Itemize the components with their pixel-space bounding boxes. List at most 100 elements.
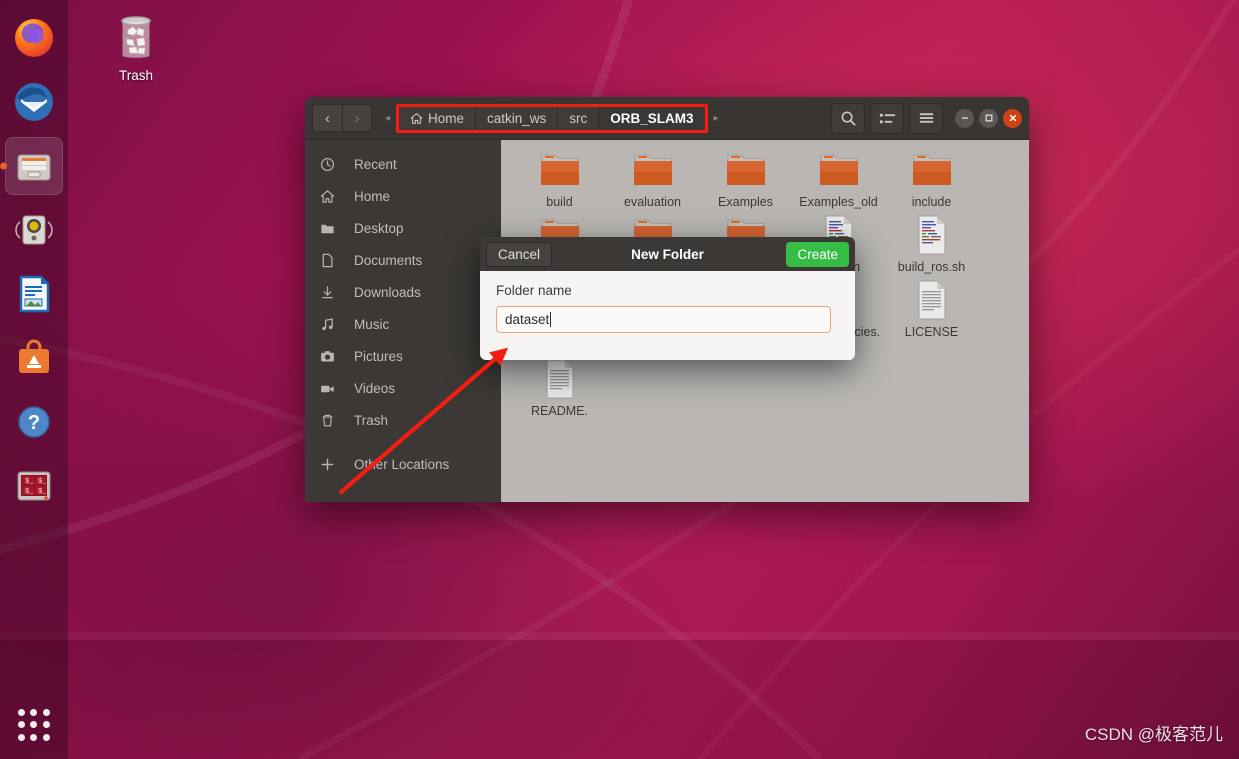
trash-icon bbox=[319, 413, 336, 428]
breadcrumb-item-orb-slam3[interactable]: ORB_SLAM3 bbox=[599, 106, 705, 130]
sidebar-item-desktop[interactable]: Desktop bbox=[305, 212, 501, 244]
video-camera-icon bbox=[319, 381, 336, 396]
breadcrumb-item-src[interactable]: src bbox=[558, 106, 600, 130]
sidebar-label: Recent bbox=[354, 156, 397, 172]
close-icon bbox=[1009, 114, 1016, 122]
file-item[interactable]: build bbox=[513, 148, 606, 209]
sidebar-item-other-locations[interactable]: Other Locations bbox=[305, 448, 501, 480]
menu-button[interactable] bbox=[909, 102, 943, 134]
grid-dot bbox=[30, 709, 38, 716]
breadcrumb-prev-arrow[interactable]: ◂ bbox=[379, 112, 396, 124]
sidebar-label: Pictures bbox=[354, 348, 403, 364]
dock-item-files[interactable] bbox=[5, 137, 63, 195]
list-view-icon bbox=[879, 113, 895, 123]
files-icon bbox=[17, 154, 51, 181]
new-folder-dialog-header: Cancel New Folder Create bbox=[480, 237, 855, 271]
forward-button[interactable]: › bbox=[342, 104, 372, 132]
dock-item-thunderbird[interactable] bbox=[5, 73, 63, 131]
file-item[interactable]: LICENSE bbox=[885, 278, 978, 353]
folder-icon bbox=[540, 154, 579, 185]
file-label: Examples_old bbox=[799, 195, 878, 209]
folder-icon bbox=[319, 221, 336, 236]
clock-icon bbox=[319, 157, 336, 172]
file-label: include bbox=[911, 195, 952, 209]
breadcrumb-item-home[interactable]: Home bbox=[399, 106, 477, 130]
minimize-icon bbox=[961, 117, 968, 119]
show-applications-button[interactable] bbox=[9, 700, 59, 750]
libreoffice-writer-icon bbox=[19, 275, 50, 313]
sidebar-item-recent[interactable]: Recent bbox=[305, 148, 501, 180]
breadcrumb-next-arrow[interactable]: ▸ bbox=[707, 112, 725, 124]
dock-item-ubuntu-software[interactable] bbox=[5, 329, 63, 387]
new-folder-form: Folder name dataset bbox=[480, 271, 855, 360]
breadcrumb-item-catkin-ws[interactable]: catkin_ws bbox=[476, 106, 559, 130]
file-item[interactable]: README. bbox=[513, 357, 606, 418]
desktop-trash-icon[interactable]: Trash bbox=[98, 12, 174, 83]
breadcrumb: Home catkin_ws src ORB_SLAM3 bbox=[396, 103, 708, 133]
sidebar-label: Trash bbox=[354, 412, 389, 428]
trash-label: Trash bbox=[118, 68, 153, 83]
maximize-button[interactable] bbox=[979, 108, 998, 128]
sidebar-label: Music bbox=[354, 316, 390, 332]
rhythmbox-icon bbox=[15, 215, 53, 245]
grid-dot bbox=[30, 733, 38, 741]
sidebar-label: Videos bbox=[354, 380, 396, 396]
grid-dot bbox=[18, 733, 25, 741]
search-button[interactable] bbox=[831, 102, 865, 134]
document-icon bbox=[319, 253, 336, 268]
document-file-icon bbox=[918, 280, 945, 320]
svg-text:$_: $_ bbox=[25, 488, 34, 496]
svg-text:$_: $_ bbox=[25, 478, 34, 486]
sidebar-label: Other Locations bbox=[354, 456, 450, 472]
file-item[interactable]: include bbox=[885, 148, 978, 209]
file-item[interactable]: evaluation bbox=[606, 148, 699, 209]
file-item[interactable]: Examples bbox=[699, 148, 792, 209]
file-manager-header: ‹ › ◂ Home catkin_ws src ORB_SLAM3 ▸ bbox=[305, 97, 1029, 140]
file-item[interactable]: build_ros.sh bbox=[885, 213, 978, 274]
grid-dot bbox=[42, 733, 50, 741]
sidebar-separator bbox=[305, 436, 501, 448]
ubuntu-software-icon bbox=[19, 339, 49, 373]
sidebar-item-documents[interactable]: Documents bbox=[305, 244, 501, 276]
cancel-button[interactable]: Cancel bbox=[486, 241, 553, 267]
dock-item-rhythmbox[interactable] bbox=[5, 201, 63, 259]
music-note-icon bbox=[319, 317, 336, 332]
create-button[interactable]: Create bbox=[786, 241, 849, 267]
file-label: build_ros.sh bbox=[897, 260, 966, 274]
dock-item-help[interactable]: ? bbox=[5, 393, 63, 451]
sidebar-label: Desktop bbox=[354, 220, 404, 236]
sidebar-item-pictures[interactable]: Pictures bbox=[305, 340, 501, 372]
home-icon bbox=[410, 112, 423, 124]
folder-name-value: dataset bbox=[505, 312, 550, 327]
sidebar-label: Home bbox=[354, 188, 391, 204]
terminal-app-icon: $_ $_ $_ $_ bbox=[17, 471, 51, 501]
sidebar-item-music[interactable]: Music bbox=[305, 308, 501, 340]
search-icon bbox=[841, 111, 856, 126]
file-label: build bbox=[546, 195, 573, 209]
back-button[interactable]: ‹ bbox=[312, 104, 342, 132]
sidebar-item-videos[interactable]: Videos bbox=[305, 372, 501, 404]
sidebar-label: Documents bbox=[354, 252, 423, 268]
download-icon bbox=[319, 285, 336, 300]
folder-icon bbox=[633, 154, 672, 185]
sidebar-item-home[interactable]: Home bbox=[305, 180, 501, 212]
sidebar-item-trash[interactable]: Trash bbox=[305, 404, 501, 436]
file-label: README. bbox=[531, 404, 588, 418]
dock-item-libreoffice-writer[interactable] bbox=[5, 265, 63, 323]
svg-text:$_: $_ bbox=[38, 488, 47, 496]
close-button[interactable] bbox=[1003, 108, 1022, 128]
file-label: LICENSE bbox=[904, 325, 959, 339]
file-item[interactable]: Examples_old bbox=[792, 148, 885, 209]
minimize-button[interactable] bbox=[955, 108, 974, 128]
sidebar-item-downloads[interactable]: Downloads bbox=[305, 276, 501, 308]
folder-name-input[interactable]: dataset bbox=[496, 306, 831, 333]
dock-item-firefox[interactable] bbox=[5, 9, 63, 67]
file-label: Examples bbox=[718, 195, 773, 209]
home-icon bbox=[319, 189, 336, 204]
maximize-icon bbox=[985, 114, 992, 122]
folder-name-label: Folder name bbox=[496, 283, 572, 298]
view-toggle-button[interactable] bbox=[870, 102, 904, 134]
hamburger-menu-icon bbox=[919, 113, 933, 123]
dock-item-terminal-app[interactable]: $_ $_ $_ $_ bbox=[5, 457, 63, 515]
new-folder-dialog: Cancel New Folder Create Folder name dat… bbox=[480, 237, 855, 360]
